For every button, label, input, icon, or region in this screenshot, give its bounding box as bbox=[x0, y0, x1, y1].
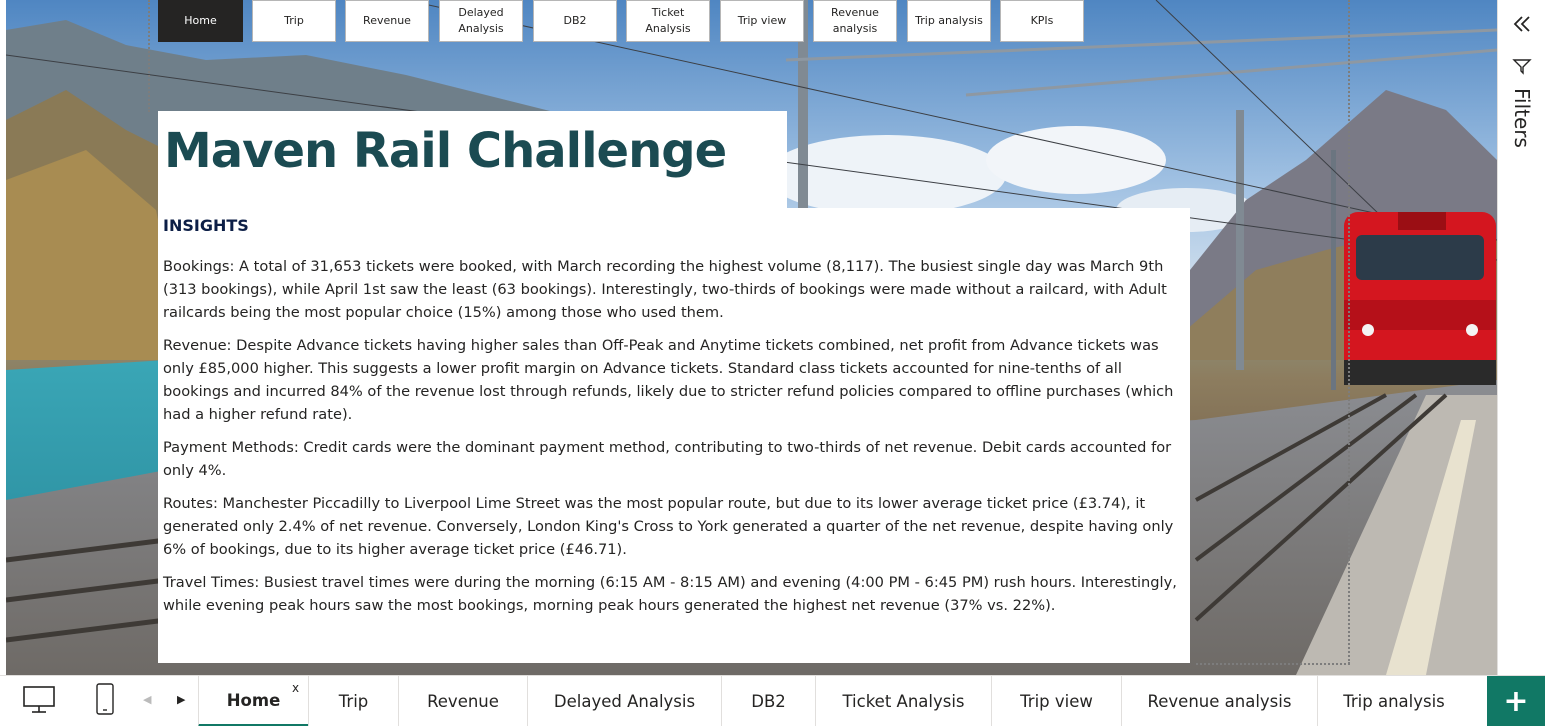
page-tab-label: Revenue analysis bbox=[1147, 692, 1292, 711]
nav-button-home[interactable]: Home bbox=[158, 0, 243, 42]
page-tab-ticket-analysis[interactable]: Ticket Analysis bbox=[815, 676, 991, 726]
previous-page-arrow-icon[interactable]: ◀ bbox=[143, 693, 151, 706]
page-tab-trip[interactable]: Trip bbox=[308, 676, 398, 726]
mobile-view-icon[interactable] bbox=[94, 682, 116, 716]
page-tab-label: Revenue bbox=[427, 692, 499, 711]
close-tab-icon[interactable]: x bbox=[292, 681, 299, 695]
nav-button-revenue-analysis[interactable]: Revenue analysis bbox=[813, 0, 897, 42]
page-tab-db2[interactable]: DB2 bbox=[721, 676, 815, 726]
nav-button-ticket-analysis[interactable]: Ticket Analysis bbox=[626, 0, 710, 42]
filters-pane: Filters bbox=[1497, 0, 1545, 675]
title-card: Maven Rail Challenge bbox=[158, 111, 787, 211]
page-title: Maven Rail Challenge bbox=[164, 123, 727, 179]
insight-bookings: Bookings: A total of 31,653 tickets were… bbox=[163, 258, 1167, 321]
nav-button-kpis[interactable]: KPIs bbox=[1000, 0, 1084, 42]
visual-frame-left bbox=[148, 0, 150, 112]
insights-textbox: INSIGHTS Bookings: A total of 31,653 tic… bbox=[158, 208, 1190, 663]
page-tab-label: Trip view bbox=[1020, 692, 1093, 711]
desktop-view-icon[interactable] bbox=[22, 684, 56, 716]
page-tab-trip-analysis[interactable]: Trip analysis bbox=[1317, 676, 1470, 726]
insight-payment-methods: Payment Methods: Credit cards were the d… bbox=[163, 439, 1172, 479]
page-tab-label: DB2 bbox=[751, 692, 786, 711]
red-train bbox=[1344, 212, 1496, 385]
nav-button-trip-analysis[interactable]: Trip analysis bbox=[907, 0, 991, 42]
page-tab-label: Home bbox=[226, 690, 281, 710]
nav-button-trip[interactable]: Trip bbox=[252, 0, 336, 42]
page-tab-label: Trip bbox=[338, 692, 369, 711]
page-tab-revenue[interactable]: Revenue bbox=[398, 676, 527, 726]
nav-button-trip-view[interactable]: Trip view bbox=[720, 0, 804, 42]
visual-frame-bottom bbox=[1196, 663, 1350, 665]
visual-frame-right bbox=[1348, 0, 1350, 664]
page-tab-delayed-analysis[interactable]: Delayed Analysis bbox=[527, 676, 721, 726]
insight-travel-times: Travel Times: Busiest travel times were … bbox=[163, 574, 1177, 614]
nav-button-db2[interactable]: DB2 bbox=[533, 0, 617, 42]
nav-button-revenue[interactable]: Revenue bbox=[345, 0, 429, 42]
page-tab-label: Delayed Analysis bbox=[553, 692, 696, 711]
page-tab-label: Ticket Analysis bbox=[842, 692, 965, 711]
page-tab-trip-view[interactable]: Trip view bbox=[991, 676, 1121, 726]
double-chevron-left-icon[interactable] bbox=[1510, 12, 1534, 36]
add-page-button[interactable]: + bbox=[1487, 676, 1545, 726]
insights-heading: INSIGHTS bbox=[163, 216, 249, 235]
page-tab-label: Trip analysis bbox=[1343, 692, 1445, 711]
insight-revenue: Revenue: Despite Advance tickets having … bbox=[163, 337, 1174, 423]
funnel-icon[interactable] bbox=[1512, 56, 1532, 76]
next-page-arrow-icon[interactable]: ▶ bbox=[177, 693, 185, 706]
nav-button-delayed-analysis[interactable]: Delayed Analysis bbox=[439, 0, 523, 42]
insight-routes: Routes: Manchester Piccadilly to Liverpo… bbox=[163, 495, 1174, 558]
filters-label[interactable]: Filters bbox=[1510, 88, 1534, 148]
page-tab-bar: ◀ ▶ Home x Trip Revenue Delayed Analysis… bbox=[0, 675, 1545, 726]
page-tab-revenue-analysis[interactable]: Revenue analysis bbox=[1121, 676, 1317, 726]
